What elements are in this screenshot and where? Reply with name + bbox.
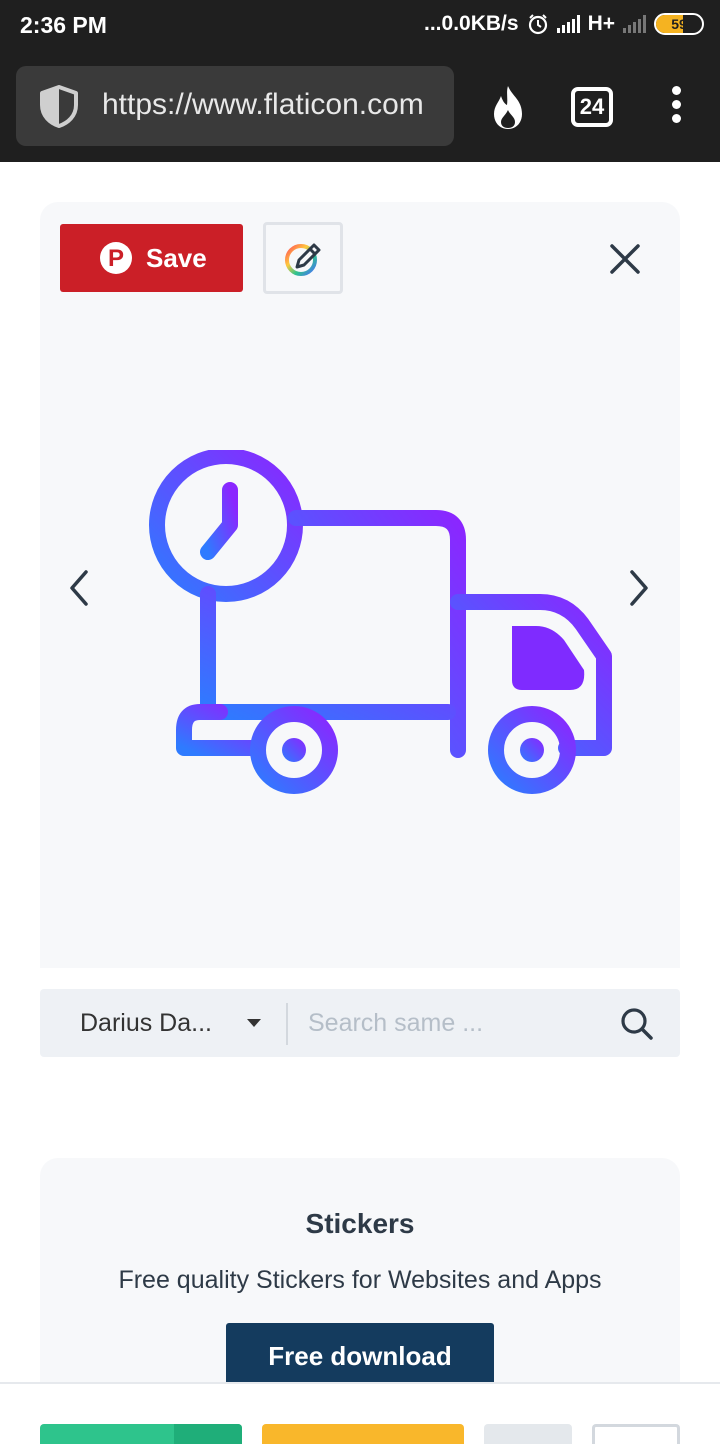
signal-icon: [556, 15, 580, 33]
chevron-down-icon[interactable]: [247, 1019, 261, 1027]
divider: [286, 1003, 288, 1045]
network-speed: ...0.0KB/s: [424, 12, 519, 35]
shield-icon[interactable]: [38, 84, 80, 128]
free-download-button[interactable]: Free download: [226, 1323, 494, 1389]
status-bar: 2:36 PM ...0.0KB/s H+ 59: [0, 0, 720, 52]
battery-level: 59: [671, 16, 687, 32]
browser-toolbar: https://www.flaticon.com 24: [0, 52, 720, 162]
collection-button[interactable]: [484, 1424, 572, 1444]
alarm-icon: [528, 14, 547, 35]
stickers-subtitle: Free quality Stickers for Websites and A…: [118, 1266, 602, 1294]
search-input[interactable]: [308, 1005, 608, 1041]
signal-secondary-icon: [623, 15, 646, 33]
menu-icon[interactable]: [664, 86, 688, 130]
fire-icon[interactable]: [488, 84, 528, 130]
pinterest-icon: P: [100, 242, 132, 274]
network-type: H+: [587, 12, 615, 35]
stickers-title: Stickers: [305, 1208, 415, 1239]
stickers-promo: Stickers Free quality Stickers for Websi…: [40, 1158, 680, 1398]
tabs-count-button[interactable]: 24: [571, 87, 613, 127]
status-indicators: ...0.0KB/s H+ 59: [424, 12, 704, 36]
edit-icon-button[interactable]: [263, 222, 343, 294]
icon-preview-card: P Save: [40, 202, 680, 968]
edit-pencil-icon: [285, 243, 321, 276]
status-time: 2:36 PM: [20, 12, 107, 38]
author-select[interactable]: Darius Da...: [80, 1009, 212, 1038]
bottom-action-bar: [0, 1382, 720, 1444]
previous-arrow-icon[interactable]: [64, 566, 94, 610]
fast-delivery-truck-icon: [108, 450, 612, 794]
save-label: Save: [146, 242, 207, 273]
share-button[interactable]: [592, 1424, 680, 1444]
url-text[interactable]: https://www.flaticon.com: [102, 88, 446, 124]
close-icon[interactable]: [606, 240, 644, 278]
download-button[interactable]: [40, 1424, 242, 1444]
premium-button[interactable]: [262, 1424, 464, 1444]
search-icon[interactable]: [620, 1007, 654, 1041]
url-bar[interactable]: https://www.flaticon.com: [16, 66, 454, 146]
search-bar: Darius Da...: [40, 989, 680, 1057]
battery-icon: 59: [654, 13, 704, 35]
next-arrow-icon[interactable]: [624, 566, 654, 610]
pinterest-save-button[interactable]: P Save: [60, 224, 243, 292]
